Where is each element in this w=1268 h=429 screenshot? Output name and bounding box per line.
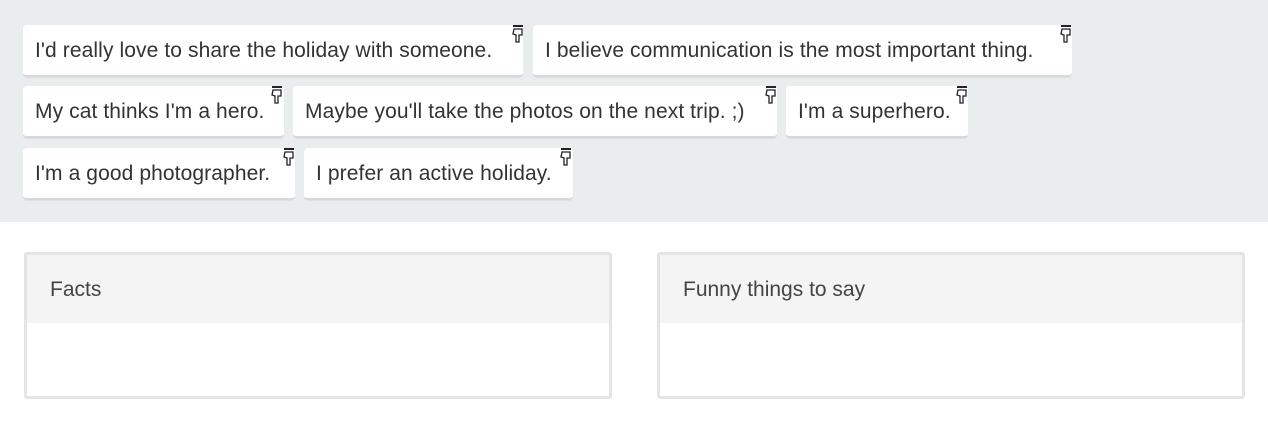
draggable-items-pool: I'd really love to share the holiday wit… xyxy=(0,0,1268,222)
chip-label: My cat thinks I'm a hero. xyxy=(35,100,265,123)
chip-label: I'm a good photographer. xyxy=(35,162,271,185)
category-header: Funny things to say xyxy=(660,255,1242,323)
hand-point-down-icon xyxy=(1058,25,1074,47)
chip-label: I'm a superhero. xyxy=(798,100,951,123)
draggable-chip[interactable]: I'm a superhero. xyxy=(786,86,968,138)
chip-label: I prefer an active holiday. xyxy=(316,162,552,185)
draggable-chip[interactable]: I believe communication is the most impo… xyxy=(533,25,1072,77)
draggable-chip[interactable]: I prefer an active holiday. xyxy=(304,148,573,200)
hand-point-down-icon xyxy=(558,148,574,170)
drop-zone[interactable] xyxy=(27,323,609,396)
draggable-chip[interactable]: I'd really love to share the holiday wit… xyxy=(23,25,523,77)
chip-label: I'd really love to share the holiday wit… xyxy=(35,39,493,62)
chip-label: I believe communication is the most impo… xyxy=(545,39,1034,62)
hand-point-down-icon xyxy=(763,86,779,108)
draggable-chip[interactable]: My cat thinks I'm a hero. xyxy=(23,86,284,138)
drop-zone[interactable] xyxy=(660,323,1242,396)
category-box-facts[interactable]: Facts xyxy=(24,252,612,399)
category-title: Funny things to say xyxy=(683,278,866,301)
hand-point-down-icon xyxy=(510,25,526,47)
hand-point-down-icon xyxy=(954,86,970,108)
category-header: Facts xyxy=(27,255,609,323)
hand-point-down-icon xyxy=(281,148,297,170)
hand-point-down-icon xyxy=(269,86,285,108)
category-box-funny-things[interactable]: Funny things to say xyxy=(657,252,1245,399)
draggable-chip[interactable]: I'm a good photographer. xyxy=(23,148,295,200)
chip-label: Maybe you'll take the photos on the next… xyxy=(305,100,745,123)
category-title: Facts xyxy=(50,278,102,301)
draggable-chip[interactable]: Maybe you'll take the photos on the next… xyxy=(293,86,777,138)
